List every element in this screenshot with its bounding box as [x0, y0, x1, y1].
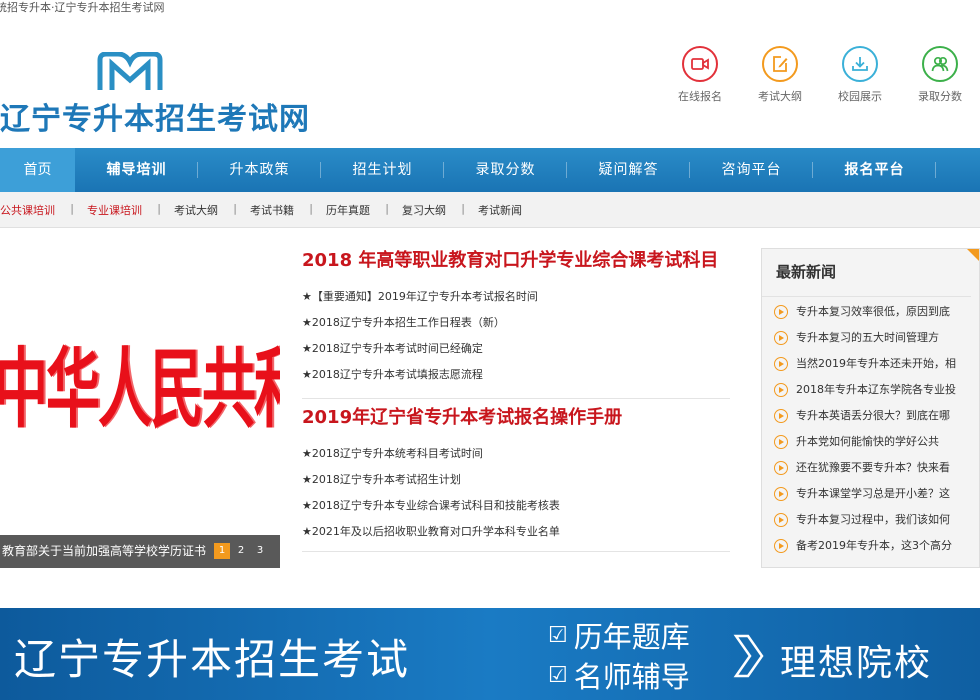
window-title-bar: 统招专升本·辽宁专升本招生考试网	[0, 0, 980, 18]
article-link[interactable]: ★【重要通知】2019年辽宁专升本考试报名时间	[302, 284, 730, 310]
play-circle-icon	[774, 487, 788, 501]
quick-link-exam-outline[interactable]: 考试大纲	[745, 46, 815, 104]
subnav-public-course[interactable]: 公共课培训	[0, 202, 74, 218]
play-circle-icon	[774, 383, 788, 397]
subnav-exam-outline[interactable]: 考试大纲	[158, 202, 237, 218]
news-item-text: 专升本复习过程中，我们该如何	[796, 513, 950, 526]
site-header: 辽宁专升本招生考试网 在线报名 考试大纲 校园展示 录取分数	[0, 18, 980, 148]
news-item[interactable]: 专升本复习效率很低，原因到底	[762, 299, 979, 325]
article-link[interactable]: ★2018辽宁专升本招生工作日程表（新）	[302, 310, 730, 336]
news-item[interactable]: 专升本课堂学习总是开小差？这	[762, 481, 979, 507]
article-headline[interactable]: 2018 年高等职业教育对口升学专业综合课考试科目	[302, 248, 730, 274]
news-item[interactable]: 2018年专升本辽东学院各专业投	[762, 377, 979, 403]
download-tray-icon	[842, 46, 878, 82]
main-nav: 首页 辅导培训 升本政策 招生计划 录取分数 疑问解答 咨询平台 报名平台	[0, 148, 980, 192]
slider-pagination: 1 2 3	[214, 543, 268, 559]
nav-faq[interactable]: 疑问解答	[567, 148, 690, 192]
corner-accent	[967, 249, 979, 261]
nav-consulting[interactable]: 咨询平台	[690, 148, 813, 192]
users-icon	[922, 46, 958, 82]
banner-feature: ☑ 历年题库	[548, 614, 690, 656]
article-link[interactable]: ★2018辽宁专升本考试时间已经确定	[302, 336, 730, 362]
nav-tutoring[interactable]: 辅导培训	[75, 148, 198, 192]
arrow-right-icon	[733, 634, 764, 678]
edit-icon	[762, 46, 798, 82]
banner-feature: ☑ 名师辅导	[548, 654, 690, 696]
article-link[interactable]: ★2018辽宁专升本统考科目考试时间	[302, 441, 730, 467]
promo-banner[interactable]: 辽宁专升本招生考试 ☑ 历年题库 ☑ 名师辅导 理想院校	[0, 608, 980, 700]
article-link[interactable]: ★2021年及以后招收职业教育对口升学本科专业名单	[302, 519, 730, 545]
subnav-exam-news[interactable]: 考试新闻	[462, 202, 538, 218]
news-item-text: 还在犹豫要不要专升本？快来看	[796, 461, 950, 474]
latest-news-panel: 最新新闻 专升本复习效率很低，原因到底 专升本复习的五大时间管理方 当然2019…	[761, 248, 980, 568]
quick-link-admission-scores[interactable]: 录取分数	[905, 46, 975, 104]
news-item[interactable]: 专升本复习的五大时间管理方	[762, 325, 979, 351]
news-item[interactable]: 还在犹豫要不要专升本？快来看	[762, 455, 979, 481]
subnav-major-course[interactable]: 专业课培训	[71, 202, 161, 218]
image-slider[interactable]: 中华人民共和国教育部 教育部关于当前加强高等学校学历证书 1 2 3	[0, 248, 280, 568]
slider-page-button[interactable]: 2	[233, 543, 249, 559]
quick-link-online-signup[interactable]: 在线报名	[665, 46, 735, 104]
banner-goal-text: 理想院校	[780, 643, 933, 684]
quick-link-campus[interactable]: 校园展示	[825, 46, 895, 104]
subnav-review-outline[interactable]: 复习大纲	[386, 202, 465, 218]
play-circle-icon	[774, 539, 788, 553]
news-item-text: 2018年专升本辽东学院各专业投	[796, 383, 956, 396]
banner-feature-text: 历年题库	[573, 620, 690, 654]
news-item[interactable]: 专升本复习过程中，我们该如何	[762, 507, 979, 533]
banner-main-text: 辽宁专升本招生考试	[14, 635, 411, 684]
subnav-exam-books[interactable]: 考试书籍	[234, 202, 313, 218]
news-item-text: 备考2019年专升本，这3个高分	[796, 539, 952, 552]
play-circle-icon	[774, 357, 788, 371]
news-item-text: 专升本英语丢分很大？到底在哪	[796, 409, 950, 422]
news-item-text: 升本党如何能愉快的学好公共	[796, 435, 939, 448]
nav-policy[interactable]: 升本政策	[198, 148, 321, 192]
news-item[interactable]: 当然2019年专升本还未开始，相	[762, 351, 979, 377]
play-circle-icon	[774, 461, 788, 475]
news-item-text: 当然2019年专升本还未开始，相	[796, 357, 956, 370]
site-logo-text[interactable]: 辽宁专升本招生考试网	[0, 94, 310, 138]
article-block: 2018 年高等职业教育对口升学专业综合课考试科目 ★【重要通知】2019年辽宁…	[302, 248, 730, 399]
play-circle-icon	[774, 409, 788, 423]
nav-home[interactable]: 首页	[0, 148, 75, 192]
subnav-past-papers[interactable]: 历年真题	[310, 202, 389, 218]
news-item-text: 专升本课堂学习总是开小差？这	[796, 487, 950, 500]
latest-news-title: 最新新闻	[762, 249, 971, 297]
quick-link-label: 在线报名	[678, 90, 722, 103]
banner-feature-text: 名师辅导	[573, 660, 690, 694]
news-item-text: 专升本复习效率很低，原因到底	[796, 305, 950, 318]
article-block: 2019年辽宁省专升本考试报名操作手册 ★2018辽宁专升本统考科目考试时间 ★…	[302, 405, 730, 552]
nav-enrollment-plan[interactable]: 招生计划	[321, 148, 444, 192]
play-circle-icon	[774, 305, 788, 319]
quick-link-label: 录取分数	[918, 90, 962, 103]
play-circle-icon	[774, 513, 788, 527]
quick-link-label: 校园展示	[838, 90, 882, 103]
nav-registration[interactable]: 报名平台	[813, 148, 936, 192]
article-link[interactable]: ★2018辽宁专升本考试招生计划	[302, 467, 730, 493]
news-item[interactable]: 升本党如何能愉快的学好公共	[762, 429, 979, 455]
slider-image-text: 中华人民共和国教育部	[0, 338, 280, 440]
sub-nav: 公共课培训 专业课培训 考试大纲 考试书籍 历年真题 复习大纲 考试新闻	[0, 192, 980, 228]
window-title: 统招专升本·辽宁专升本招生考试网	[0, 1, 165, 14]
quick-link-label: 考试大纲	[758, 90, 802, 103]
article-link[interactable]: ★2018辽宁专升本专业综合课考试科目和技能考核表	[302, 493, 730, 519]
check-box-icon: ☑	[548, 662, 568, 688]
slider-page-button[interactable]: 1	[214, 543, 230, 559]
nav-admission-scores[interactable]: 录取分数	[444, 148, 567, 192]
news-item-text: 专升本复习的五大时间管理方	[796, 331, 939, 344]
book-logo-icon[interactable]	[96, 52, 164, 92]
video-camera-icon	[682, 46, 718, 82]
news-item[interactable]: 备考2019年专升本，这3个高分	[762, 533, 979, 559]
article-headline[interactable]: 2019年辽宁省专升本考试报名操作手册	[302, 405, 730, 431]
article-link[interactable]: ★2018辽宁专升本考试填报志愿流程	[302, 362, 730, 388]
news-item[interactable]: 专升本英语丢分很大？到底在哪	[762, 403, 979, 429]
headline-articles: 2018 年高等职业教育对口升学专业综合课考试科目 ★【重要通知】2019年辽宁…	[302, 248, 730, 552]
play-circle-icon	[774, 435, 788, 449]
check-box-icon: ☑	[548, 622, 568, 648]
play-circle-icon	[774, 331, 788, 345]
slider-page-button[interactable]: 3	[252, 543, 268, 559]
